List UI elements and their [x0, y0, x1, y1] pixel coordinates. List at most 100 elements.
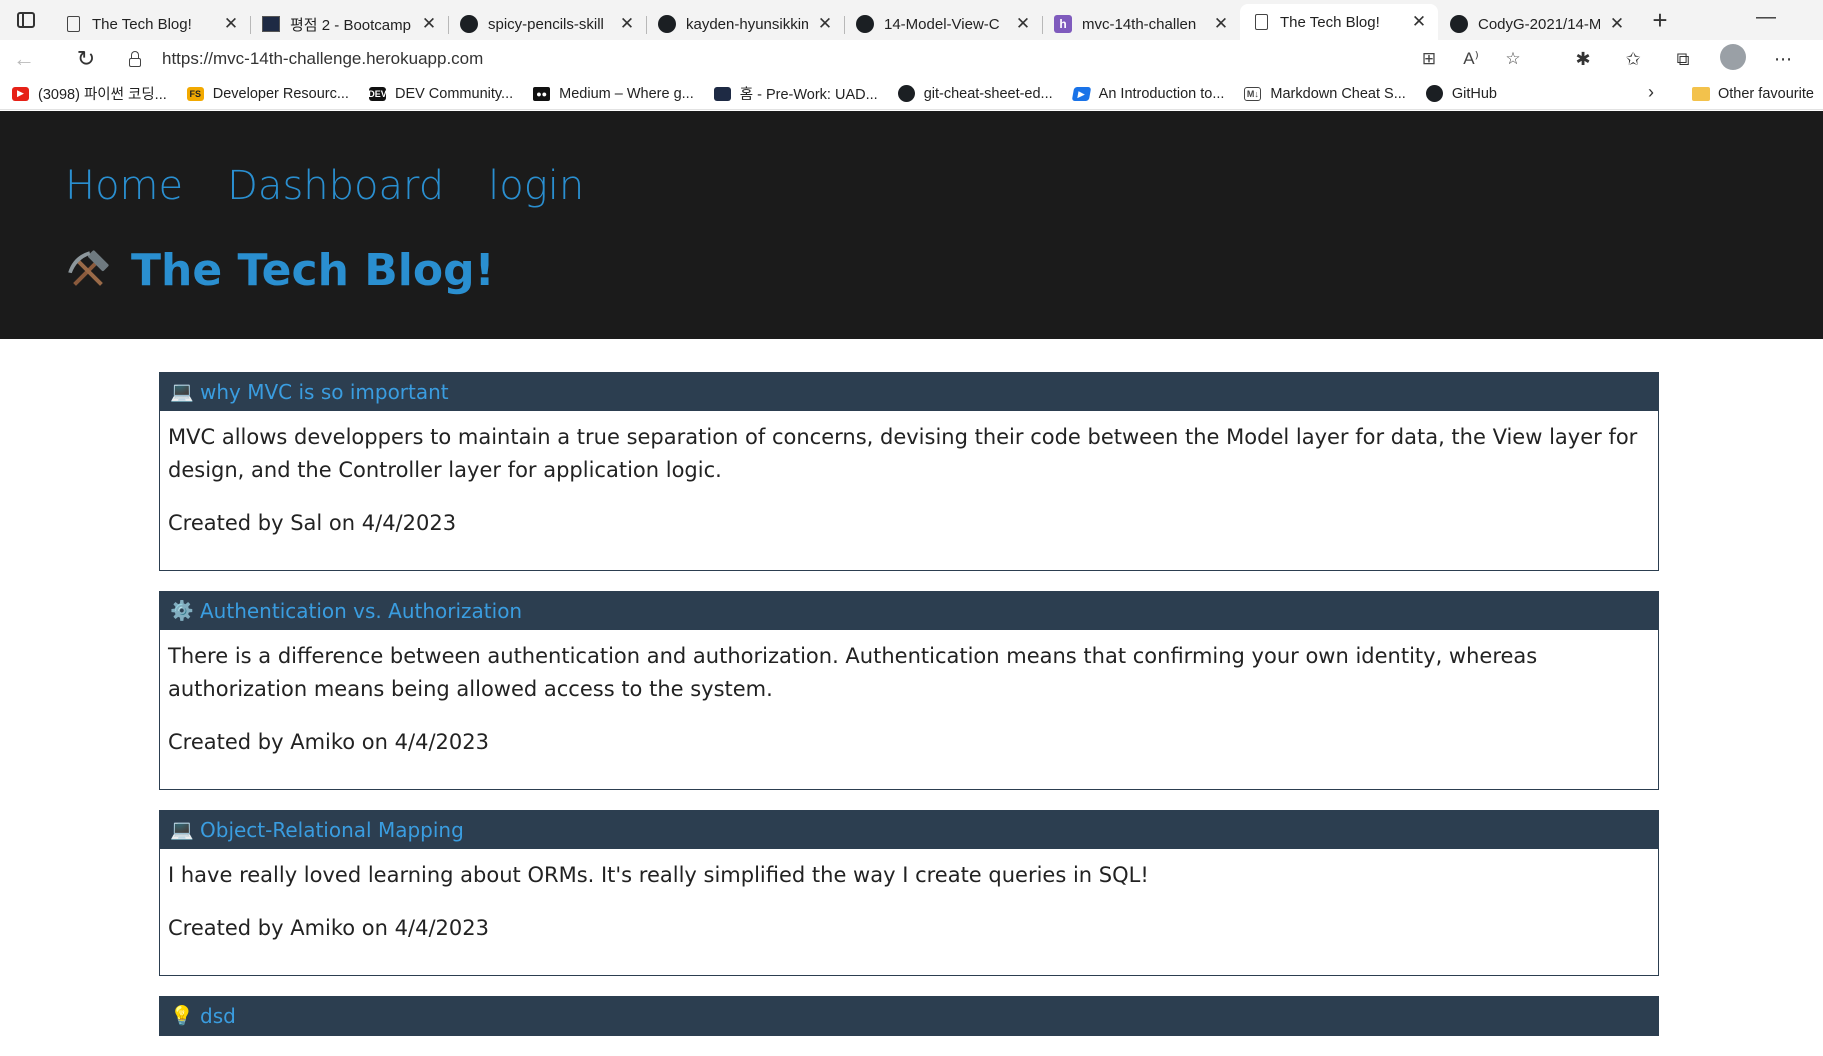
bookmark-label: 홈 - Pre-Work: UAD... [739, 87, 878, 103]
close-icon[interactable]: ✕ [222, 14, 240, 34]
tab-title: mvc-14th-challen [1082, 15, 1197, 33]
dev-icon: DEV [368, 86, 387, 101]
post-card: ⚙️ Authentication vs. Authorization Ther… [159, 591, 1659, 790]
bookmark-item[interactable]: ▶ An Introduction to... [1071, 85, 1225, 102]
post-header: ⚙️ Authentication vs. Authorization [160, 592, 1658, 630]
bookmarks-bar: ▶ (3098) 파이썬 코딩... FS Developer Resourc.… [0, 78, 1823, 110]
browser-tab-active[interactable]: The Tech Blog! ✕ [1240, 4, 1438, 40]
github-icon [1425, 85, 1443, 102]
post-meta: Created by Amiko on 4/4/2023 [168, 730, 489, 754]
bookmark-item[interactable]: FS Developer Resourc... [186, 85, 349, 102]
nav-link-login[interactable]: login [488, 163, 584, 209]
bookmark-item[interactable]: git-cheat-sheet-ed... [897, 85, 1053, 102]
browser-tab[interactable]: The Tech Blog! ✕ [52, 8, 250, 40]
post-content: I have really loved learning about ORMs.… [168, 863, 1149, 887]
folder-icon [1692, 87, 1710, 101]
new-tab-button[interactable]: + [1640, 0, 1680, 40]
tab-actions-button[interactable] [0, 0, 52, 40]
site-header: Home Dashboard login The Tech Blog! [0, 111, 1823, 339]
intro-icon: ▶ [1071, 86, 1091, 101]
browser-tab-strip: The Tech Blog! ✕ 평점 2 - Bootcamp ✕ spicy… [0, 0, 1823, 40]
post-header: 💡 dsd [160, 997, 1658, 1035]
tab-actions-icon [17, 12, 35, 28]
browser-tab[interactable]: kayden-hyunsikkim ✕ [646, 8, 844, 40]
bookmark-label: An Introduction to... [1098, 85, 1225, 102]
favorites-icon[interactable]: ✩ [1620, 49, 1646, 70]
bookmark-item[interactable]: 홈 - Pre-Work: UAD... [713, 83, 878, 104]
close-icon[interactable]: ✕ [816, 14, 834, 34]
page-icon [64, 15, 82, 33]
close-icon[interactable]: ✕ [1212, 14, 1230, 34]
post-header: 💻 why MVC is so important [160, 373, 1658, 411]
browser-tab[interactable]: 평점 2 - Bootcamp ✕ [250, 8, 448, 40]
post-list: 💻 why MVC is so important MVC allows dev… [159, 372, 1659, 1056]
address-bar-row: ← ↻ https://mvc-14th-challenge.herokuapp… [0, 40, 1823, 78]
site-nav: Home Dashboard login [65, 163, 584, 209]
bookmark-label: (3098) 파이썬 코딩... [38, 87, 167, 103]
post-body: MVC allows developpers to maintain a tru… [160, 411, 1658, 570]
bookmark-label: Developer Resourc... [212, 85, 349, 102]
post-title-link[interactable]: dsd [200, 1004, 236, 1028]
youtube-icon: ▶ [12, 86, 29, 101]
heroku-icon: h [1054, 15, 1072, 33]
browser-tab[interactable]: spicy-pencils-skill ✕ [448, 8, 646, 40]
close-icon[interactable]: ✕ [420, 14, 438, 34]
app-grid-icon[interactable]: ⊞ [1418, 49, 1440, 69]
browser-tab[interactable]: CodyG-2021/14-M ✕ [1438, 8, 1636, 40]
back-arrow-icon[interactable]: ← [0, 40, 48, 78]
tab-title: kayden-hyunsikkim [686, 15, 808, 33]
close-icon[interactable]: ✕ [1014, 14, 1032, 34]
medium-icon: ●● [533, 86, 551, 101]
github-icon [658, 15, 676, 33]
tab-title: 평점 2 - Bootcamp [290, 16, 411, 34]
post-title-link[interactable]: Authentication vs. Authorization [200, 599, 522, 623]
tab-title: 14-Model-View-C [884, 15, 1000, 33]
post-content: MVC allows developpers to maintain a tru… [168, 425, 1638, 482]
bookmark-label: Markdown Cheat S... [1270, 85, 1406, 102]
post-body: There is a difference between authentica… [160, 630, 1658, 789]
extensions-icon[interactable]: ✱ [1570, 49, 1596, 70]
browser-tab[interactable]: h mvc-14th-challen ✕ [1042, 8, 1240, 40]
other-favourites-folder[interactable]: Other favourite [1692, 78, 1814, 110]
bookmark-item[interactable]: M↓ Markdown Cheat S... [1244, 85, 1406, 102]
page-title: The Tech Blog! [131, 245, 495, 296]
bookmark-item[interactable]: DEV DEV Community... [368, 85, 514, 102]
tab-title: spicy-pencils-skill [488, 15, 604, 33]
post-title-link[interactable]: why MVC is so important [200, 380, 449, 404]
close-icon[interactable]: ✕ [618, 14, 636, 34]
bookmark-item[interactable]: ●● Medium – Where g... [533, 86, 694, 102]
url-bar[interactable]: https://mvc-14th-challenge.herokuapp.com… [120, 43, 1540, 75]
add-favorite-icon[interactable]: ☆ [1502, 49, 1524, 69]
collections-icon[interactable]: ⧉ [1670, 49, 1696, 70]
github-icon [1450, 15, 1468, 33]
minimize-icon[interactable]: — [1756, 6, 1776, 29]
close-icon[interactable]: ✕ [1410, 12, 1428, 32]
hammer-and-pick-icon [65, 248, 111, 294]
laptop-icon: 💻 [170, 820, 194, 841]
github-icon [897, 85, 915, 102]
bookmark-item[interactable]: GitHub [1425, 85, 1497, 102]
browser-tab[interactable]: 14-Model-View-C ✕ [844, 8, 1042, 40]
chevron-right-icon[interactable]: › [1648, 82, 1654, 103]
bookmark-label: DEV Community... [394, 85, 514, 102]
avatar[interactable] [1720, 43, 1746, 75]
reload-icon[interactable]: ↻ [62, 40, 110, 78]
github-icon [856, 15, 874, 33]
read-aloud-icon[interactable]: A⁾ [1460, 49, 1482, 69]
tab-title: The Tech Blog! [1280, 13, 1380, 31]
post-header: 💻 Object-Relational Mapping [160, 811, 1658, 849]
nav-link-home[interactable]: Home [65, 163, 183, 209]
tab-title: The Tech Blog! [92, 15, 192, 33]
bookmark-item[interactable]: ▶ (3098) 파이썬 코딩... [12, 83, 167, 104]
url-text[interactable]: https://mvc-14th-challenge.herokuapp.com [162, 49, 483, 69]
bookmark-label: Medium – Where g... [559, 85, 694, 102]
close-icon[interactable]: ✕ [1608, 14, 1626, 34]
fs-icon: FS [186, 86, 204, 101]
lightbulb-icon: 💡 [170, 1006, 194, 1027]
tab-title: CodyG-2021/14-M [1478, 15, 1600, 33]
nav-link-dashboard[interactable]: Dashboard [227, 163, 444, 209]
more-icon[interactable]: ⋯ [1770, 49, 1796, 70]
bootcamp-icon [262, 15, 280, 33]
post-meta: Created by Sal on 4/4/2023 [168, 511, 457, 535]
post-title-link[interactable]: Object-Relational Mapping [200, 818, 464, 842]
